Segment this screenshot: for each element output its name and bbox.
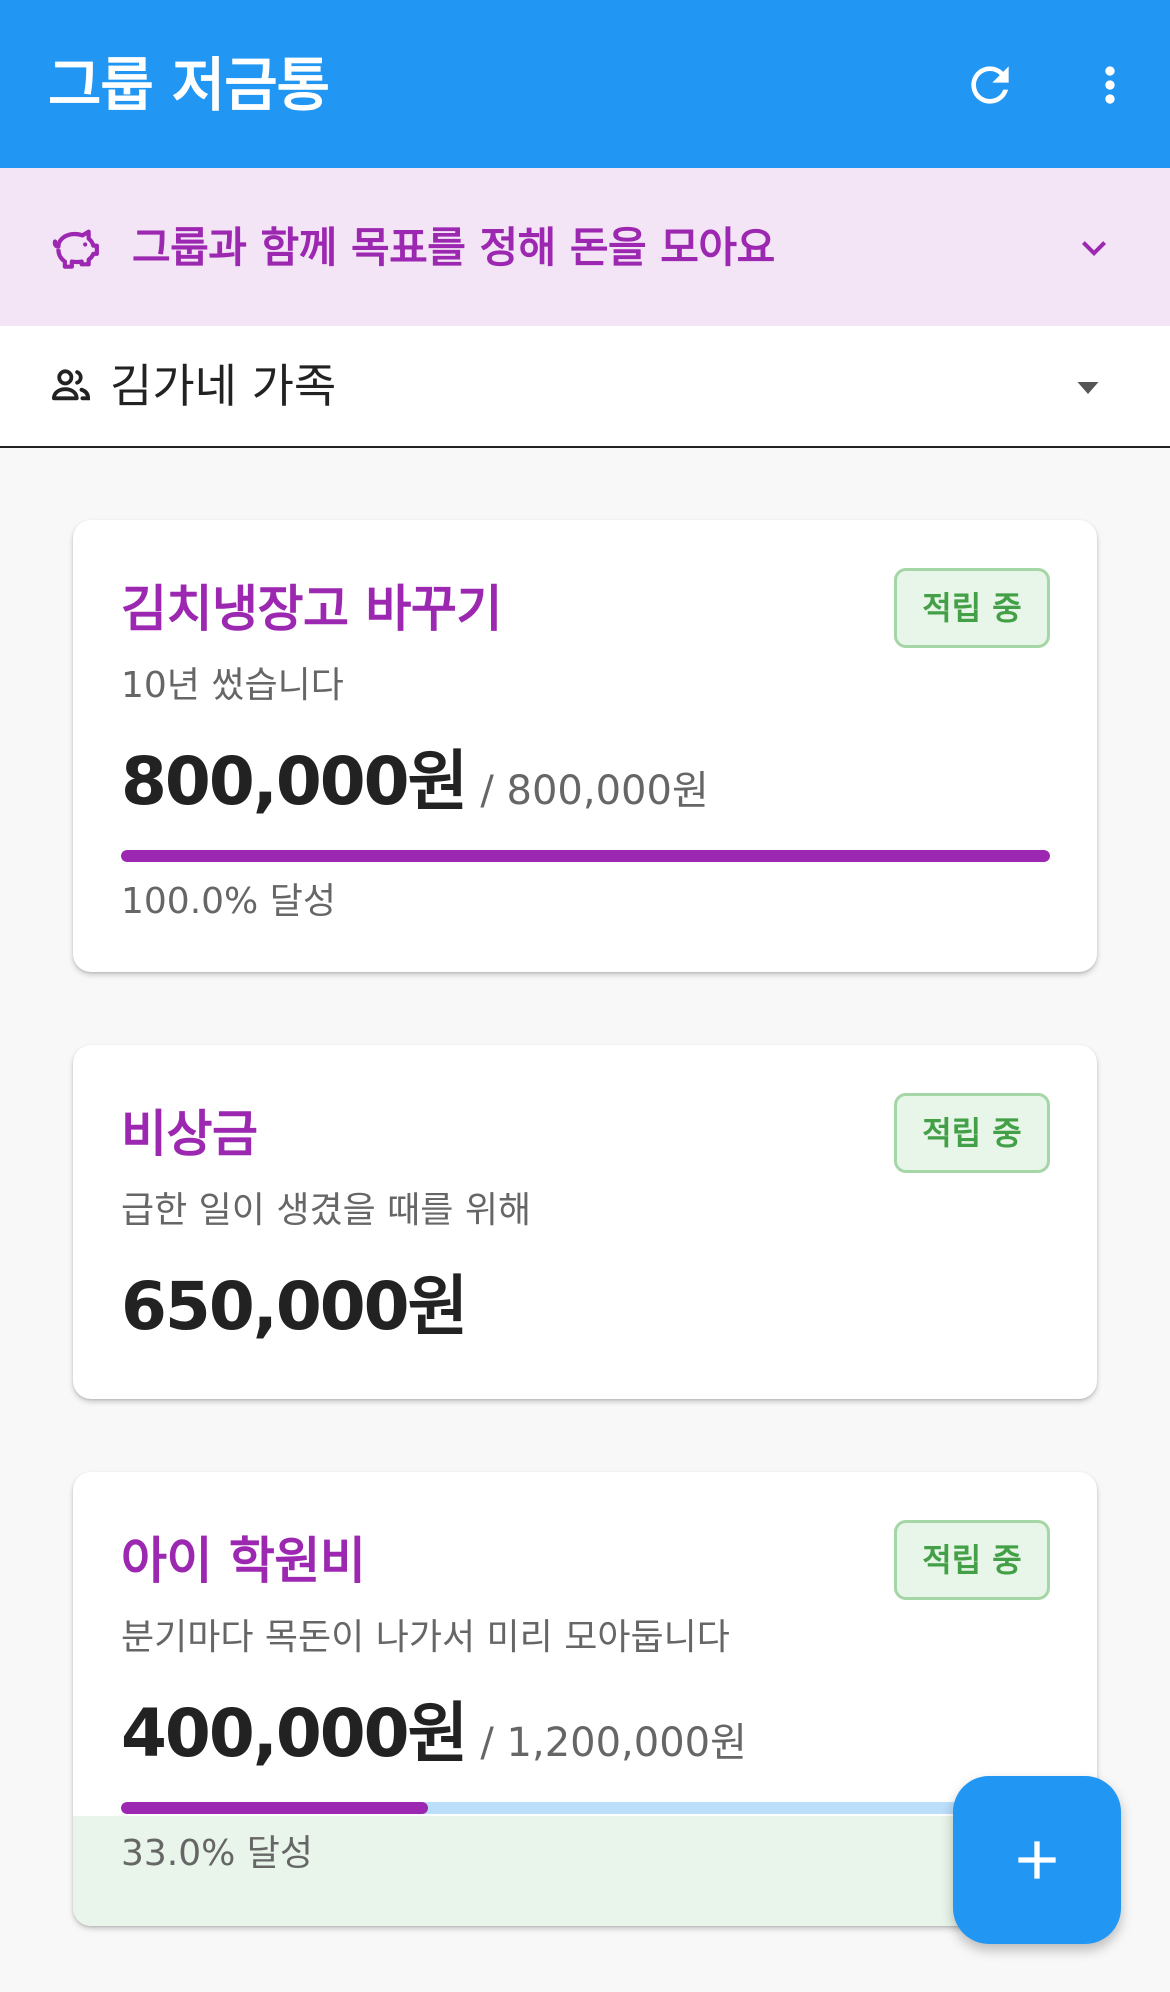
- savings-card[interactable]: 비상금 적립 중 급한 일이 생겼을 때를 위해 650,000원: [73, 1045, 1097, 1399]
- add-savings-button[interactable]: [953, 1776, 1121, 1944]
- more-vert-icon: [1105, 66, 1115, 104]
- app-title: 그룹 저금통: [48, 51, 330, 119]
- arrow-drop-down-icon: [1077, 382, 1099, 394]
- progress-fill: [121, 1802, 428, 1814]
- savings-amount: 400,000원: [121, 1695, 468, 1772]
- info-banner[interactable]: 그룹과 함께 목표를 정해 돈을 모아요: [0, 168, 1170, 326]
- more-options-button[interactable]: [1065, 40, 1155, 130]
- savings-title: 김치냉장고 바꾸기: [121, 580, 502, 638]
- progress-label: 100.0% 달성: [121, 881, 336, 922]
- savings-title: 비상금: [121, 1105, 258, 1163]
- savings-amount-row: 800,000원 / 800,000원: [121, 742, 709, 831]
- status-badge: 적립 중: [894, 568, 1050, 648]
- progress-bar: [121, 850, 1050, 862]
- piggy-bank-icon: [52, 229, 99, 269]
- savings-amount: 800,000원: [121, 743, 468, 820]
- app-bar: 그룹 저금통: [0, 0, 1170, 168]
- savings-card[interactable]: 김치냉장고 바꾸기 적립 중 10년 썼습니다 800,000원 / 800,00…: [73, 520, 1097, 972]
- savings-target: / 800,000원: [480, 768, 709, 814]
- progress-label: 33.0% 달성: [121, 1833, 314, 1874]
- people-icon: [51, 369, 91, 401]
- savings-target: / 1,200,000원: [480, 1720, 747, 1766]
- refresh-icon: [971, 66, 1009, 104]
- progress-fill: [121, 850, 1050, 862]
- savings-amount-row: 400,000원 / 1,200,000원: [121, 1694, 747, 1783]
- selected-group-name: 김가네 가족: [110, 359, 337, 413]
- refresh-button[interactable]: [945, 40, 1035, 130]
- savings-amount: 650,000원: [121, 1268, 468, 1345]
- group-selector[interactable]: 김가네 가족: [0, 326, 1170, 448]
- savings-title: 아이 학원비: [121, 1532, 366, 1590]
- savings-description: 급한 일이 생겼을 때를 위해: [121, 1190, 532, 1231]
- savings-amount-row: 650,000원: [121, 1267, 468, 1347]
- status-badge: 적립 중: [894, 1093, 1050, 1173]
- add-icon: [1018, 1841, 1056, 1879]
- chevron-down-icon[interactable]: [1070, 224, 1118, 272]
- savings-description: 분기마다 목돈이 나가서 미리 모아둡니다: [121, 1617, 730, 1658]
- savings-description: 10년 썼습니다: [121, 665, 344, 706]
- status-badge: 적립 중: [894, 1520, 1050, 1600]
- savings-card[interactable]: 아이 학원비 적립 중 분기마다 목돈이 나가서 미리 모아둡니다 400,00…: [73, 1472, 1097, 1926]
- progress-bar: [121, 1802, 1050, 1814]
- banner-text: 그룹과 함께 목표를 정해 돈을 모아요: [132, 223, 775, 272]
